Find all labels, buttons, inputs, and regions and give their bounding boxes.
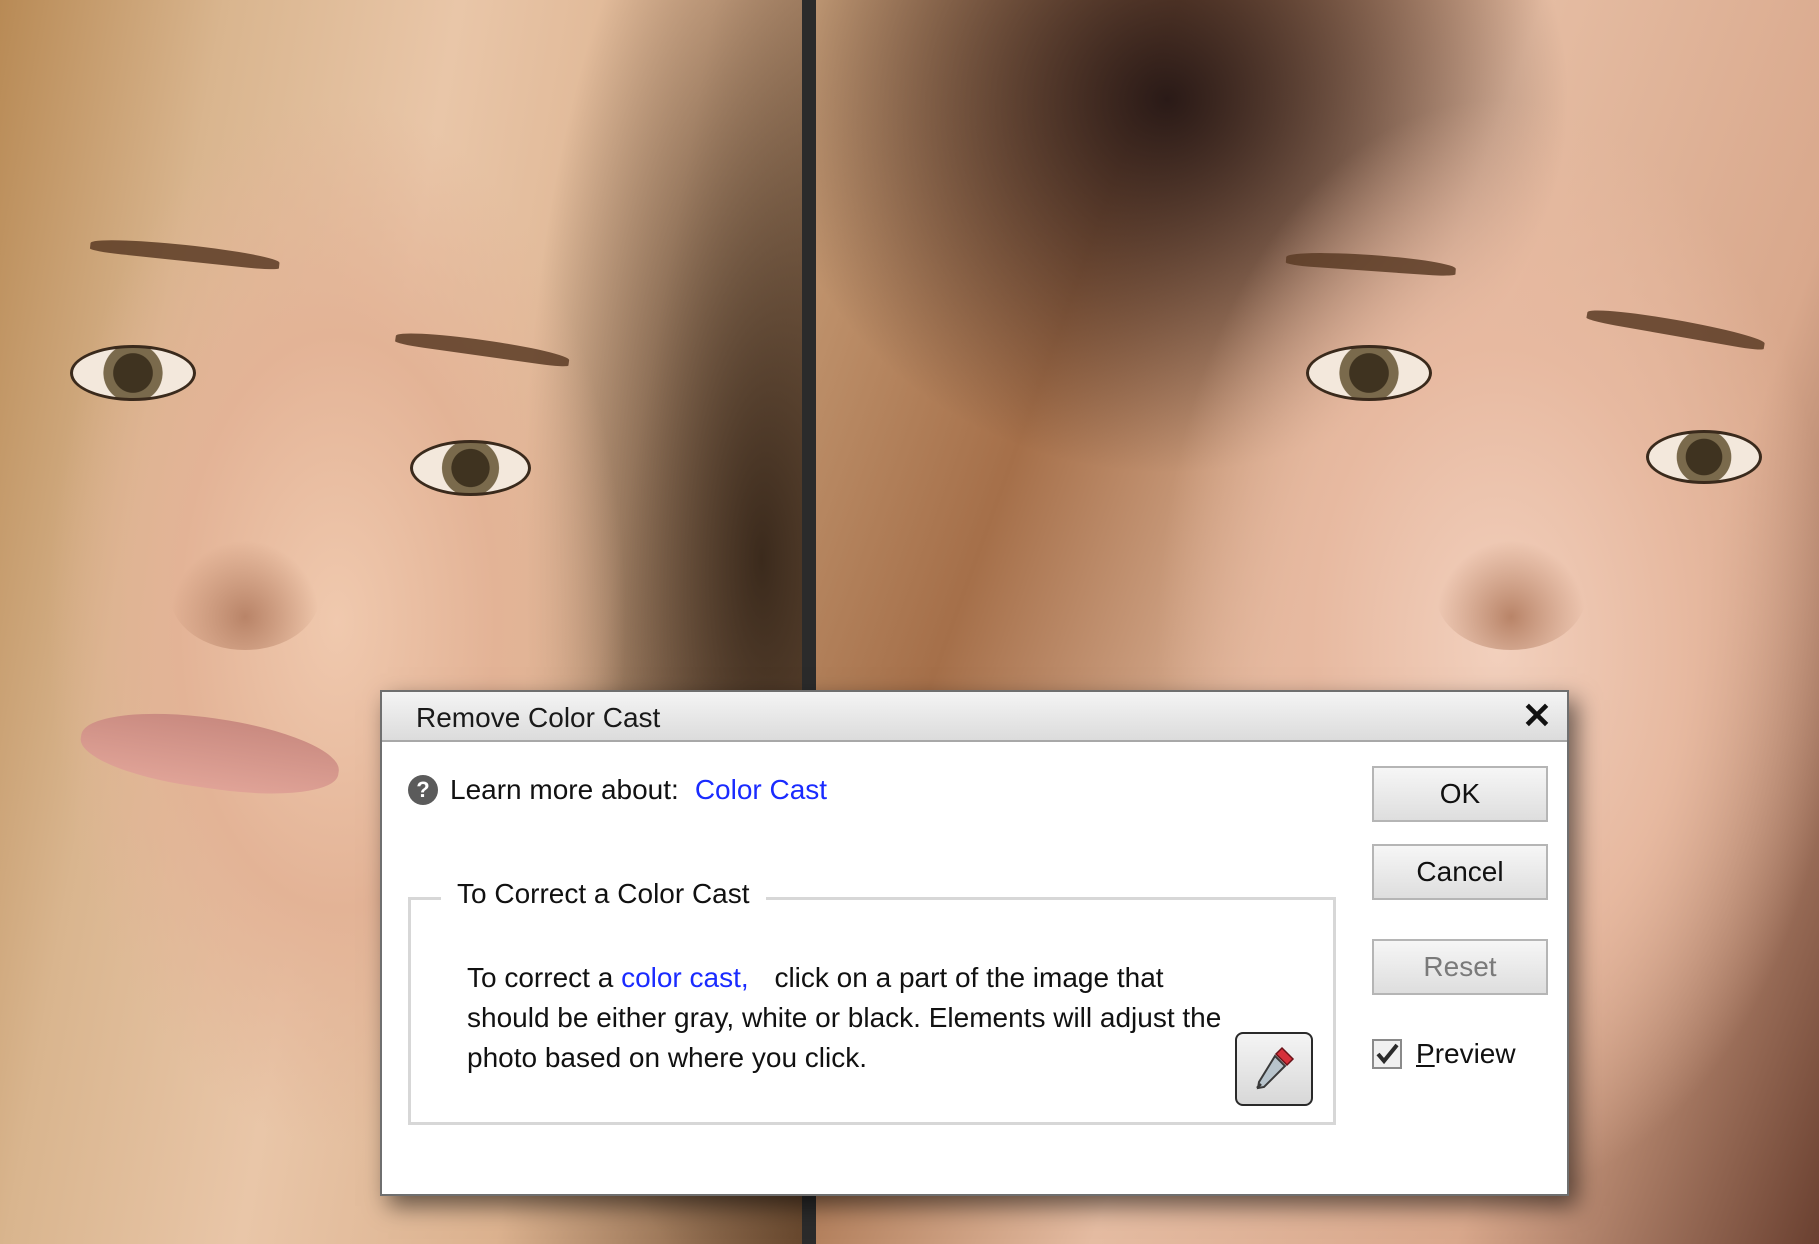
reset-button[interactable]: Reset (1372, 939, 1548, 995)
right-eye (1646, 430, 1762, 484)
left-eye (1306, 345, 1432, 401)
lips (76, 700, 344, 806)
nose (170, 540, 320, 650)
cancel-button[interactable]: Cancel (1372, 844, 1548, 900)
learn-more-row: ? Learn more about: Color Cast (408, 772, 827, 808)
right-eye (410, 440, 531, 496)
close-icon: ✕ (1521, 695, 1553, 736)
eyedropper-button[interactable] (1235, 1032, 1313, 1106)
left-eyebrow (89, 235, 281, 271)
preview-label-rest: review (1434, 1038, 1516, 1069)
right-eyebrow (1585, 304, 1767, 352)
instructions-group: To Correct a Color Cast To correct a col… (408, 878, 1336, 1125)
eyedropper-icon (1249, 1042, 1299, 1097)
dialog-titlebar[interactable]: Remove Color Cast ✕ (382, 692, 1567, 742)
remove-color-cast-dialog: Remove Color Cast ✕ ? Learn more about: … (380, 690, 1569, 1196)
nose (1436, 540, 1586, 650)
instructions-text: To correct a color cast, click on a part… (467, 958, 1247, 1078)
checkmark-icon (1376, 1043, 1399, 1065)
ok-button[interactable]: OK (1372, 766, 1548, 822)
left-eye (70, 345, 196, 401)
preview-label: Preview (1416, 1038, 1516, 1070)
left-eyebrow (1285, 249, 1457, 277)
screen: Remove Color Cast ✕ ? Learn more about: … (0, 0, 1819, 1244)
close-button[interactable]: ✕ (1517, 696, 1557, 736)
group-title: To Correct a Color Cast (441, 878, 766, 910)
dialog-title: Remove Color Cast (416, 702, 661, 733)
learn-more-label: Learn more about: (450, 774, 679, 805)
right-eyebrow (394, 327, 571, 369)
preview-label-mnemonic: P (1416, 1038, 1435, 1069)
color-cast-help-link[interactable]: Color Cast (695, 774, 827, 806)
question-mark-icon: ? (408, 775, 438, 805)
color-cast-inline-link[interactable]: color cast, (621, 962, 749, 993)
preview-checkbox[interactable] (1372, 1039, 1402, 1069)
instructions-prefix: To correct a (467, 962, 614, 993)
preview-checkbox-row[interactable]: Preview (1372, 1038, 1516, 1070)
